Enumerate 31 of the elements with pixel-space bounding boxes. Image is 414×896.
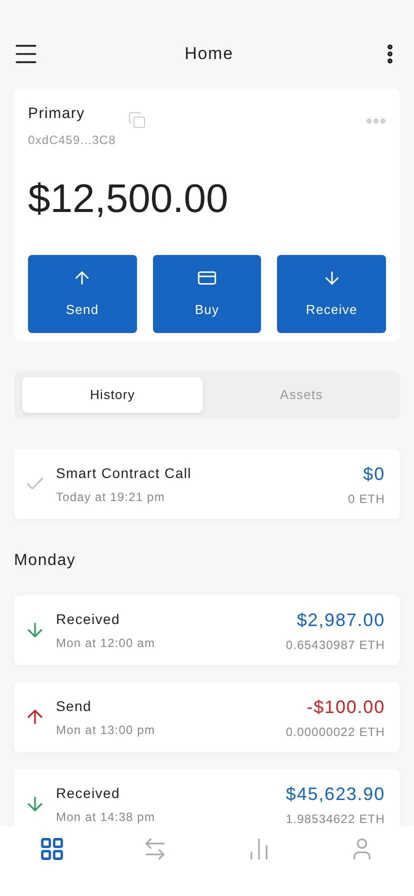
tab[interactable]: History [22,377,203,413]
transaction-title: Received [56,610,121,628]
action-button[interactable]: Buy [152,254,262,332]
copy-icon[interactable] [128,111,146,129]
section-heading: Monday [14,551,77,571]
action-button[interactable]: Send [28,254,137,332]
page-title: Home [184,43,234,66]
transaction-card[interactable]: Smart Contract Call Today at 19:21 pm $0 0 ETH [14,449,400,519]
transaction-card[interactable]: Received Mon at 12:00 am $2,987.00 0.65430987 ETH [14,595,400,665]
transaction-time: Mon at 14:38 pm [56,808,156,826]
transaction-amount: $45,623.90 [286,782,385,806]
account-name: Primary [28,104,86,124]
grid-icon[interactable] [38,836,65,862]
transaction-crypto: 1.98534622 ETH [286,810,385,826]
transaction-title: Smart Contract Call [56,464,192,482]
transaction-time: Mon at 12:00 am [56,634,156,652]
transaction-crypto: 0.65430987 ETH [286,636,385,654]
transaction-card[interactable]: Received Mon at 14:38 pm $45,623.90 1.98534622 ETH [14,769,400,826]
transaction-amount: $0 [363,462,385,486]
transaction-title: Send [56,696,92,716]
transaction-time: Today at 19:21 pm [56,488,166,506]
balance: $12,500.00 [28,178,230,218]
transaction-title: Received [56,784,121,802]
transaction-crypto: 0 ETH [348,490,385,508]
transaction-crypto: 0.00000022 ETH [286,724,385,740]
transaction-amount: $2,987.00 [296,608,385,632]
action-button[interactable]: Receive [277,254,386,332]
transaction-card[interactable]: Send Mon at 13:00 pm -$100.00 0.00000022 ETH [14,682,400,752]
account-address: 0xdC459...3C8 [28,132,116,148]
transaction-time: Mon at 13:00 pm [56,722,156,738]
transaction-amount: -$100.00 [306,696,385,718]
